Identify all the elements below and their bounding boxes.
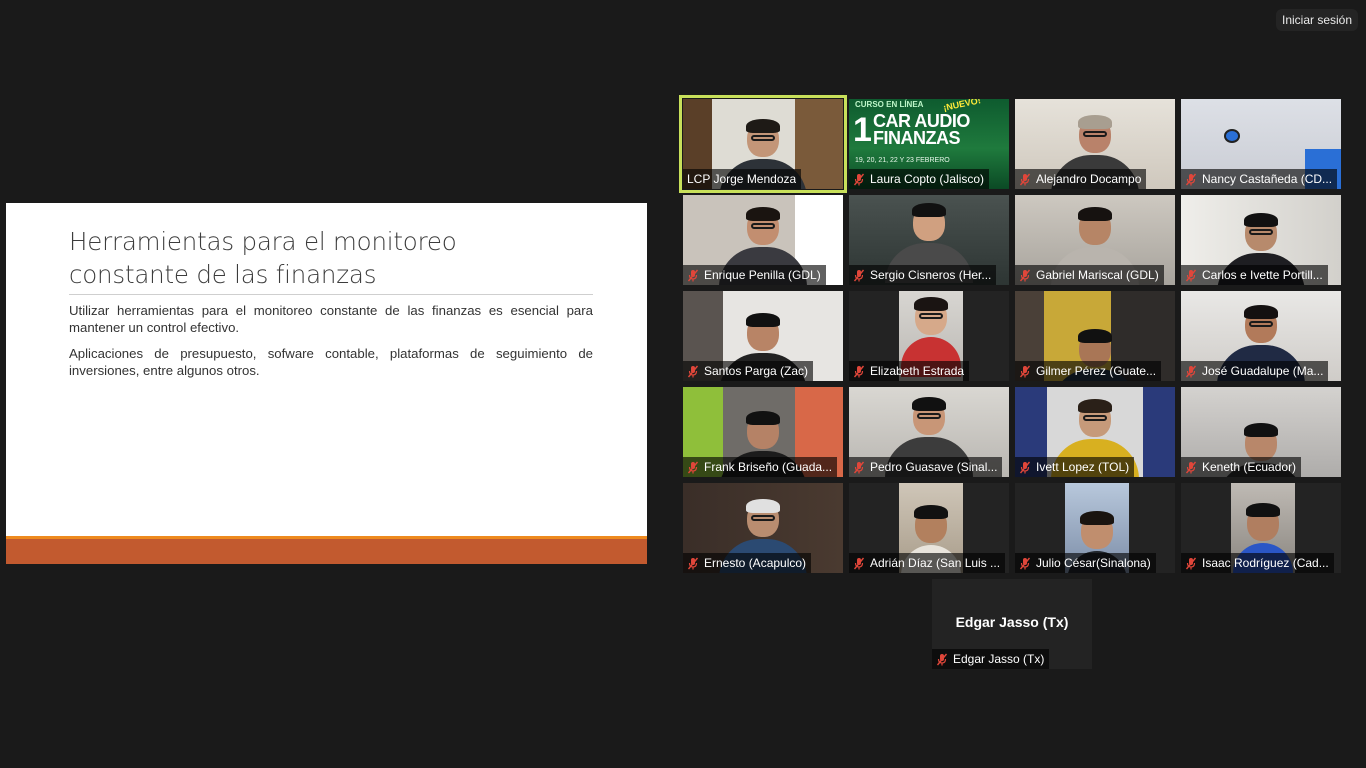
mic-muted-icon (687, 269, 699, 281)
banner-dates: 19, 20, 21, 22 Y 23 FEBRERO (855, 157, 950, 164)
mic-muted-icon (1185, 461, 1197, 473)
sign-in-button[interactable]: Iniciar sesión (1276, 9, 1358, 31)
participant-name-label: Alejandro Docampo (1015, 169, 1147, 189)
banner-number: 1 (853, 111, 872, 149)
mic-muted-icon (1185, 557, 1197, 569)
slide-footer-bar (6, 539, 647, 564)
mic-muted-icon (1019, 461, 1031, 473)
mic-muted-icon (1019, 557, 1031, 569)
slide-paragraph-1: Utilizar herramientas para el monitoreo … (69, 303, 593, 335)
slide-paragraph-2: Aplicaciones de presupuesto, sofware con… (69, 346, 593, 378)
participant-name-label: Frank Briseño (Guada... (683, 457, 838, 477)
participant-name-label: Laura Copto (Jalisco) (849, 169, 990, 189)
mic-muted-icon (687, 365, 699, 377)
participant-tile[interactable]: Keneth (Ecuador) (1181, 387, 1341, 477)
mic-muted-icon (936, 653, 948, 665)
mic-muted-icon (687, 557, 699, 569)
participant-tile[interactable]: CURSO EN LÍNEA ¡NUEVO! 1 CAR AUDIO FINANZAS 1… (849, 99, 1009, 189)
participant-tile[interactable]: Isaac Rodríguez (Cad... (1181, 483, 1341, 573)
participant-name-label: Edgar Jasso (Tx) (932, 649, 1050, 669)
participant-display-name: Edgar Jasso (Tx) (955, 614, 1069, 630)
participant-tile-no-video[interactable]: Edgar Jasso (Tx) Edgar Jasso (Tx) (932, 579, 1092, 669)
participant-name-label: Julio César(Sinalona) (1015, 553, 1156, 573)
participant-name-label: Santos Parga (Zac) (683, 361, 814, 381)
participant-name-label: Nancy Castañeda (CD... (1181, 169, 1338, 189)
participant-name-label: Gabriel Mariscal (GDL) (1015, 265, 1164, 285)
mic-muted-icon (1019, 269, 1031, 281)
participant-gallery: LCP Jorge Mendoza CURSO EN LÍNEA ¡NUEVO! 1 C… (679, 95, 1341, 573)
slide-divider (69, 294, 593, 295)
mic-muted-icon (853, 269, 865, 281)
participant-name-label: Carlos e Ivette Portill... (1181, 265, 1328, 285)
participant-tile[interactable]: Nancy Castañeda (CD... (1181, 99, 1341, 189)
participant-name-label: Adrián Díaz (San Luis ... (849, 553, 1006, 573)
participant-tile[interactable]: Enrique Penilla (GDL) (683, 195, 843, 285)
banner-title-line2: FINANZAS (873, 128, 961, 148)
participant-tile[interactable]: Ivett Lopez (TOL) (1015, 387, 1175, 477)
slide-title: Herramientas para el monitoreo constante… (69, 227, 457, 289)
participant-tile[interactable]: Julio César(Sinalona) (1015, 483, 1175, 573)
participant-tile[interactable]: José Guadalupe (Ma... (1181, 291, 1341, 381)
participant-tile[interactable]: Adrián Díaz (San Luis ... (849, 483, 1009, 573)
participant-tile[interactable]: Ernesto (Acapulco) (683, 483, 843, 573)
participant-name-label: LCP Jorge Mendoza (683, 169, 802, 189)
participant-tile[interactable]: Frank Briseño (Guada... (683, 387, 843, 477)
participant-name-label: Keneth (Ecuador) (1181, 457, 1302, 477)
participant-name-label: Sergio Cisneros (Her... (849, 265, 997, 285)
participant-tile[interactable]: Elizabeth Estrada (849, 291, 1009, 381)
participant-tile[interactable]: LCP Jorge Mendoza (679, 95, 847, 193)
mic-muted-icon (1185, 365, 1197, 377)
mic-muted-icon (1185, 173, 1197, 185)
participant-tile[interactable]: Santos Parga (Zac) (683, 291, 843, 381)
banner-line1: CURSO EN LÍNEA (855, 100, 924, 109)
mic-muted-icon (1185, 269, 1197, 281)
mic-muted-icon (853, 557, 865, 569)
participant-name-label: Elizabeth Estrada (849, 361, 970, 381)
mic-muted-icon (853, 461, 865, 473)
participant-name-label: Pedro Guasave (Sinal... (849, 457, 1003, 477)
mic-muted-icon (853, 365, 865, 377)
participant-tile[interactable]: Gabriel Mariscal (GDL) (1015, 195, 1175, 285)
participant-tile[interactable]: Alejandro Docampo (1015, 99, 1175, 189)
shared-slide: Herramientas para el monitoreo constante… (6, 203, 647, 564)
participant-tile[interactable]: Carlos e Ivette Portill... (1181, 195, 1341, 285)
participant-name-label: Ivett Lopez (TOL) (1015, 457, 1135, 477)
participant-tile[interactable]: Pedro Guasave (Sinal... (849, 387, 1009, 477)
participant-tile[interactable]: Gilmer Pérez (Guate... (1015, 291, 1175, 381)
participant-name-label: Gilmer Pérez (Guate... (1015, 361, 1162, 381)
participant-name-label: José Guadalupe (Ma... (1181, 361, 1329, 381)
participant-tile[interactable]: Sergio Cisneros (Her... (849, 195, 1009, 285)
banner-title: CAR AUDIO FINANZAS (873, 112, 970, 148)
mic-muted-icon (853, 173, 865, 185)
slide-body: Utilizar herramientas para el monitoreo … (69, 302, 593, 388)
mic-muted-icon (1019, 173, 1031, 185)
ceiling-light (1224, 129, 1240, 143)
participant-name-label: Isaac Rodríguez (Cad... (1181, 553, 1334, 573)
participant-name-label: Enrique Penilla (GDL) (683, 265, 826, 285)
mic-muted-icon (687, 461, 699, 473)
mic-muted-icon (1019, 365, 1031, 377)
participant-name-label: Ernesto (Acapulco) (683, 553, 812, 573)
